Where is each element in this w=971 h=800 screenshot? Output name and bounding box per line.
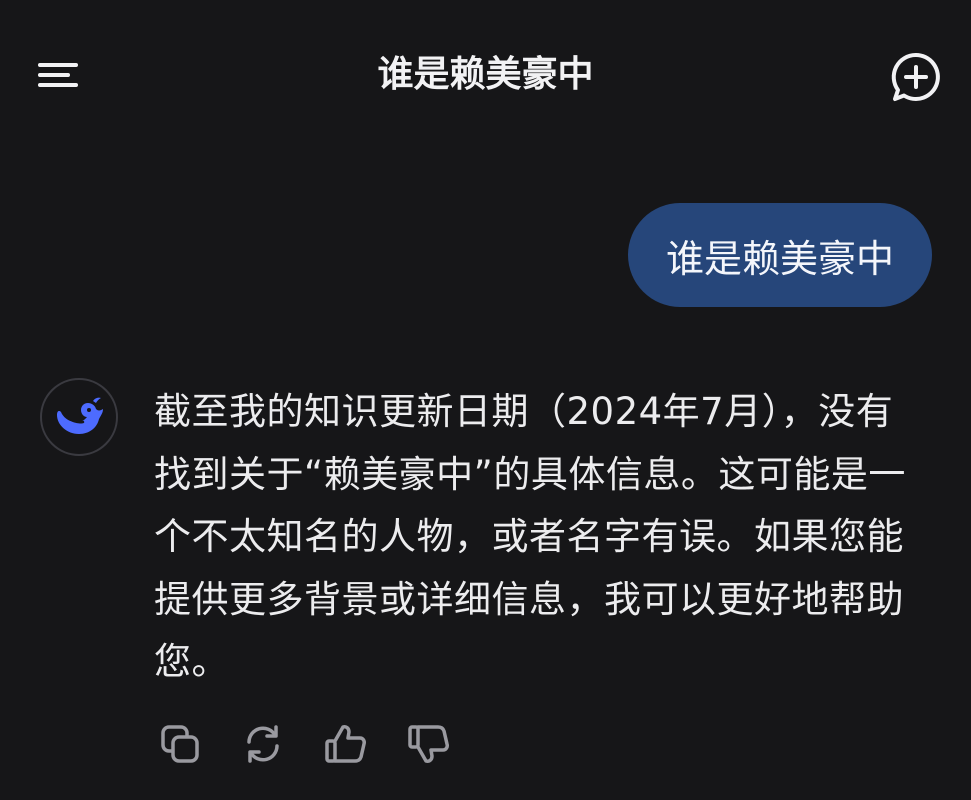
thumbs-up-icon — [325, 725, 366, 763]
new-chat-button[interactable] — [886, 48, 946, 106]
user-message-bubble: 谁是赖美豪中 — [627, 203, 932, 307]
page-title: 谁是赖美豪中 — [377, 54, 594, 95]
like-button[interactable] — [316, 714, 376, 774]
regenerate-button[interactable] — [233, 714, 293, 774]
message-action-bar — [150, 714, 482, 774]
assistant-message: 截至我的知识更新日期（2024年7月），没有找到关于“赖美豪中”的具体信息。这可… — [154, 381, 924, 694]
whale-logo-icon — [57, 397, 103, 434]
dislike-button[interactable] — [399, 714, 459, 774]
thumbs-down-icon — [408, 725, 449, 763]
top-bar: 谁是赖美豪中 — [0, 0, 971, 150]
new-chat-icon — [891, 52, 940, 101]
copy-button[interactable] — [150, 714, 210, 774]
assistant-avatar — [40, 378, 118, 456]
regenerate-icon — [247, 725, 279, 763]
assistant-message-text: 截至我的知识更新日期（2024年7月），没有找到关于“赖美豪中”的具体信息。这可… — [154, 390, 906, 683]
copy-icon — [161, 725, 199, 763]
chat-screen: 谁是赖美豪中 谁是赖美豪中 截至我的知识更新日期（2024年7月），没有找到关于… — [0, 0, 971, 800]
